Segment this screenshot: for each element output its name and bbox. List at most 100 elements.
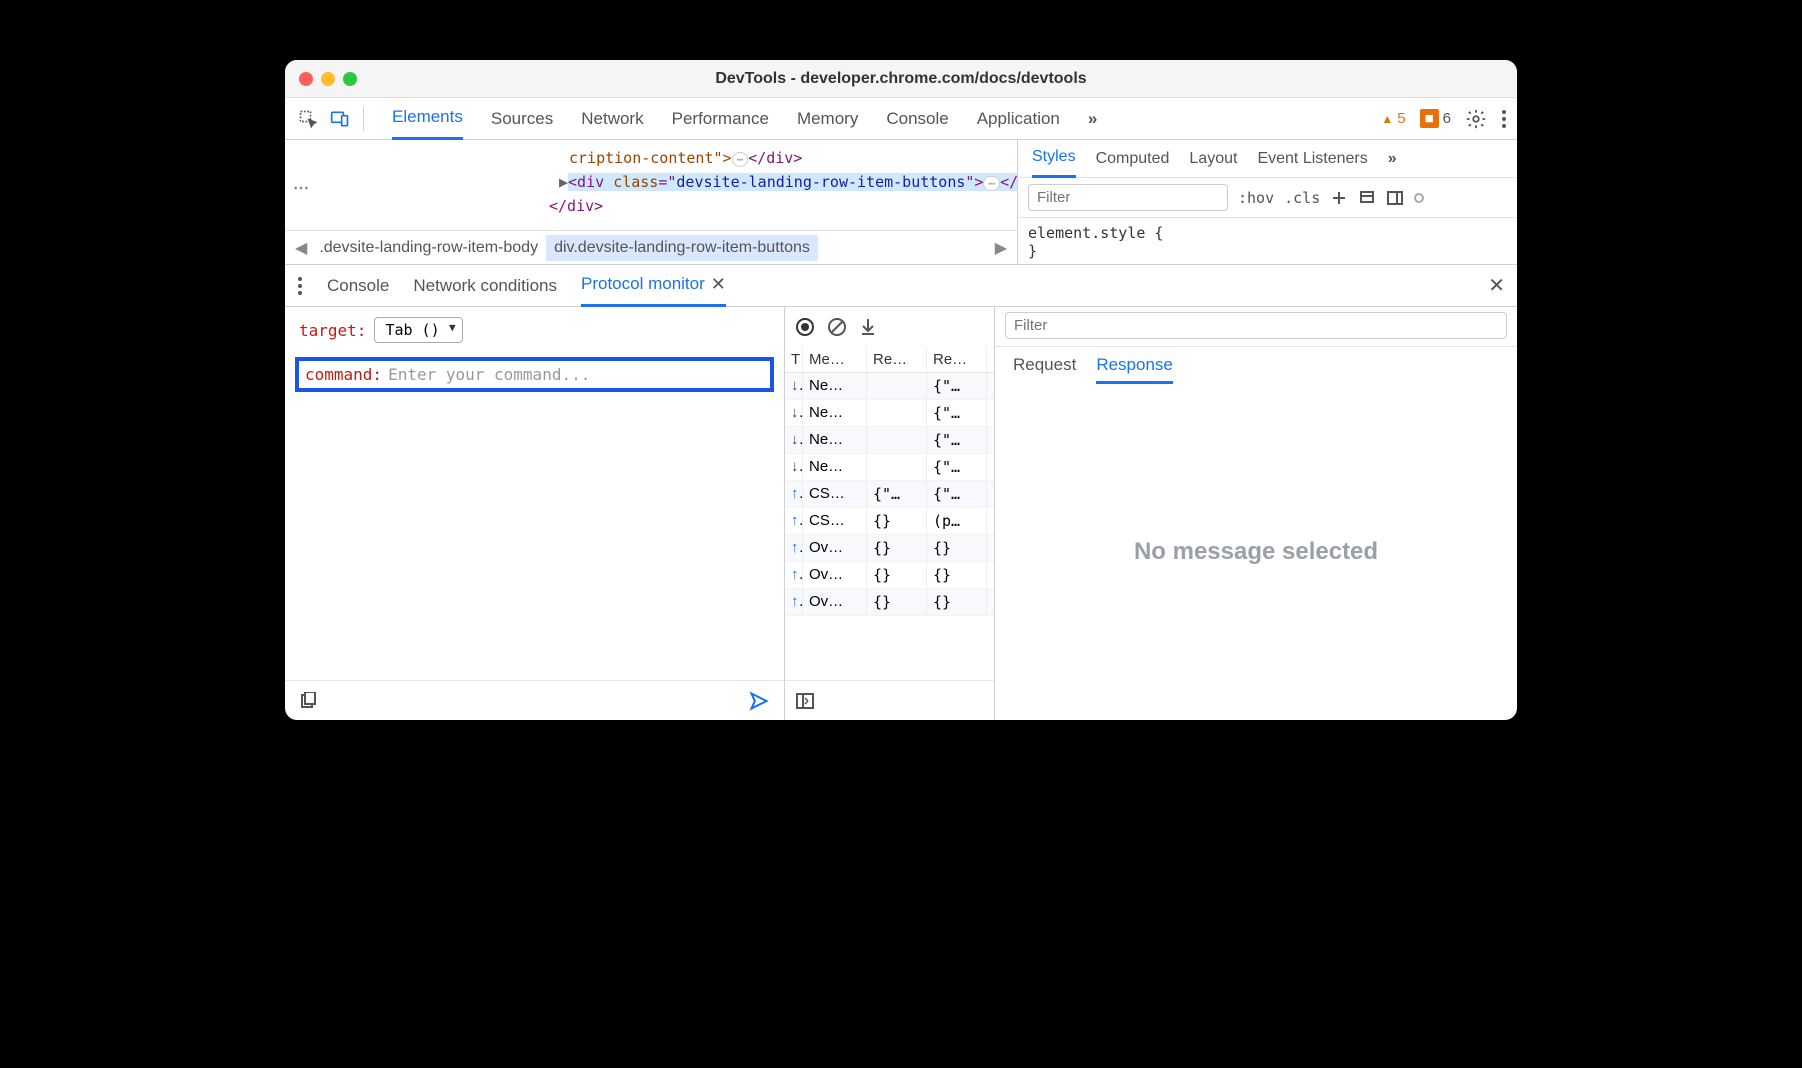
table-row[interactable]: ↑↓Ov…{}{} [785, 535, 994, 562]
tab-console[interactable]: Console [886, 98, 948, 140]
crumb-scroll-left-icon[interactable]: ◀ [291, 238, 311, 258]
detail-toolbar [995, 307, 1517, 347]
command-input[interactable]: Enter your command... [388, 365, 590, 384]
settings-gear-icon[interactable] [1465, 108, 1487, 130]
detail-tabs: Request Response [995, 347, 1517, 384]
dom-tree[interactable]: cription-content">⋯</div> ▶<div class="d… [285, 140, 1017, 230]
elements-split: ⋯ cription-content">⋯</div> ▶<div class=… [285, 140, 1517, 265]
breadcrumb-item[interactable]: .devsite-landing-row-item-body [319, 239, 538, 257]
styles-tab-layout[interactable]: Layout [1189, 150, 1237, 168]
tab-elements[interactable]: Elements [392, 98, 463, 140]
styles-tabs-overflow-icon[interactable]: » [1388, 150, 1397, 168]
send-command-icon[interactable] [748, 691, 770, 711]
titlebar: DevTools - developer.chrome.com/docs/dev… [285, 60, 1517, 98]
styles-tab-computed[interactable]: Computed [1096, 150, 1170, 168]
protocol-table-panel: T Me… Re… Re… ↓Ne…{"…↓Ne…{"…↓Ne…{"…↓Ne…{… [785, 307, 995, 720]
clear-icon[interactable] [827, 317, 847, 337]
new-style-rule-icon[interactable] [1330, 189, 1348, 207]
command-footer [285, 680, 784, 720]
breadcrumb-item-active[interactable]: div.devsite-landing-row-item-buttons [546, 235, 818, 261]
main-toolbar: Elements Sources Network Performance Mem… [285, 98, 1517, 140]
drawer-menu-icon[interactable] [297, 276, 303, 296]
protocol-table-header: T Me… Re… Re… [785, 347, 994, 373]
styles-panel: Styles Computed Layout Event Listeners »… [1017, 140, 1517, 264]
toggle-left-panel-icon[interactable] [795, 691, 815, 711]
cls-toggle[interactable]: .cls [1284, 189, 1320, 207]
dom-panel: ⋯ cription-content">⋯</div> ▶<div class=… [285, 140, 1017, 264]
style-rule-close: } [1028, 242, 1507, 260]
command-panel: target: Tab () command: Enter your comma… [285, 307, 785, 720]
close-window-button[interactable] [299, 72, 313, 86]
rendering-emulations-icon[interactable] [1414, 193, 1424, 203]
table-row[interactable]: ↓Ne…{"… [785, 400, 994, 427]
drawer-tab-console[interactable]: Console [327, 265, 389, 307]
inspect-element-icon[interactable] [295, 106, 321, 132]
dom-line-selected[interactable]: ▶<div class="devsite-landing-row-item-bu… [309, 170, 1007, 194]
detail-tab-request[interactable]: Request [1013, 355, 1076, 384]
target-row: target: Tab () [285, 307, 784, 353]
maximize-window-button[interactable] [343, 72, 357, 86]
protocol-table[interactable]: T Me… Re… Re… ↓Ne…{"…↓Ne…{"…↓Ne…{"…↓Ne…{… [785, 347, 994, 680]
style-rule-open: element.style { [1028, 224, 1507, 242]
table-row[interactable]: ↓Ne…{"… [785, 373, 994, 400]
table-row[interactable]: ↑↓CS…{"…{"… [785, 481, 994, 508]
errors-badge[interactable]: ■ 6 [1420, 109, 1451, 128]
close-tab-icon[interactable]: ✕ [711, 274, 726, 295]
col-type[interactable]: T [785, 347, 803, 372]
table-row[interactable]: ↓Ne…{"… [785, 427, 994, 454]
command-input-highlight: command: Enter your command... [295, 357, 774, 392]
dom-line[interactable]: </div> [309, 194, 1007, 218]
tab-memory[interactable]: Memory [797, 98, 858, 140]
table-row[interactable]: ↑↓Ov…{}{} [785, 562, 994, 589]
col-request[interactable]: Re… [867, 347, 927, 372]
record-icon[interactable] [795, 317, 815, 337]
main-tabs: Elements Sources Network Performance Mem… [392, 98, 1375, 140]
col-method[interactable]: Me… [803, 347, 867, 372]
tab-network[interactable]: Network [581, 98, 643, 140]
devtools-window: DevTools - developer.chrome.com/docs/dev… [285, 60, 1517, 720]
more-menu-icon[interactable] [1501, 108, 1507, 130]
drawer-tab-protocol-monitor[interactable]: Protocol monitor ✕ [581, 265, 726, 307]
download-icon[interactable] [859, 317, 877, 337]
close-drawer-icon[interactable]: ✕ [1488, 273, 1505, 298]
drawer: Console Network conditions Protocol moni… [285, 265, 1517, 720]
tabs-overflow-icon[interactable]: » [1088, 98, 1097, 140]
command-label: command: [305, 365, 382, 384]
col-response[interactable]: Re… [927, 347, 987, 372]
styles-filter-input[interactable] [1028, 184, 1228, 211]
target-select[interactable]: Tab () [374, 317, 462, 343]
table-row[interactable]: ↑↓Ov…{}{} [785, 589, 994, 616]
toggle-sidebar-icon[interactable] [1386, 189, 1404, 207]
detail-panel: Request Response No message selected [995, 307, 1517, 720]
protocol-toolbar [785, 307, 994, 347]
crumb-scroll-right-icon[interactable]: ▶ [991, 238, 1011, 258]
detail-tab-response[interactable]: Response [1096, 355, 1173, 384]
protocol-filter-input[interactable] [1005, 312, 1507, 339]
breadcrumb-bar: ◀ .devsite-landing-row-item-body div.dev… [285, 230, 1017, 264]
computed-styles-icon[interactable] [1358, 189, 1376, 207]
device-toolbar-icon[interactable] [327, 106, 353, 132]
drawer-body: target: Tab () command: Enter your comma… [285, 307, 1517, 720]
warnings-badge[interactable]: 5 [1381, 110, 1405, 127]
detail-empty-message: No message selected [995, 384, 1517, 720]
target-label: target: [299, 321, 366, 340]
styles-tab-event-listeners[interactable]: Event Listeners [1257, 150, 1367, 168]
styles-code[interactable]: element.style { } [1018, 218, 1517, 264]
dom-collapsed-indicator: ⋯ [293, 178, 309, 198]
tab-application[interactable]: Application [977, 98, 1060, 140]
table-row[interactable]: ↓Ne…{"… [785, 454, 994, 481]
protocol-footer [785, 680, 994, 720]
toolbar-right: 5 ■ 6 [1381, 108, 1507, 130]
styles-tab-styles[interactable]: Styles [1032, 140, 1076, 178]
styles-tabs: Styles Computed Layout Event Listeners » [1018, 140, 1517, 178]
hov-toggle[interactable]: :hov [1238, 189, 1274, 207]
table-row[interactable]: ↑↓CS…{}(p… [785, 508, 994, 535]
tab-performance[interactable]: Performance [672, 98, 769, 140]
copy-icon[interactable] [299, 692, 317, 710]
tab-sources[interactable]: Sources [491, 98, 553, 140]
styles-toolbar: :hov .cls [1018, 178, 1517, 218]
minimize-window-button[interactable] [321, 72, 335, 86]
drawer-tab-network-conditions[interactable]: Network conditions [413, 265, 557, 307]
dom-line[interactable]: cription-content">⋯</div> [309, 146, 1007, 170]
divider [363, 107, 364, 131]
